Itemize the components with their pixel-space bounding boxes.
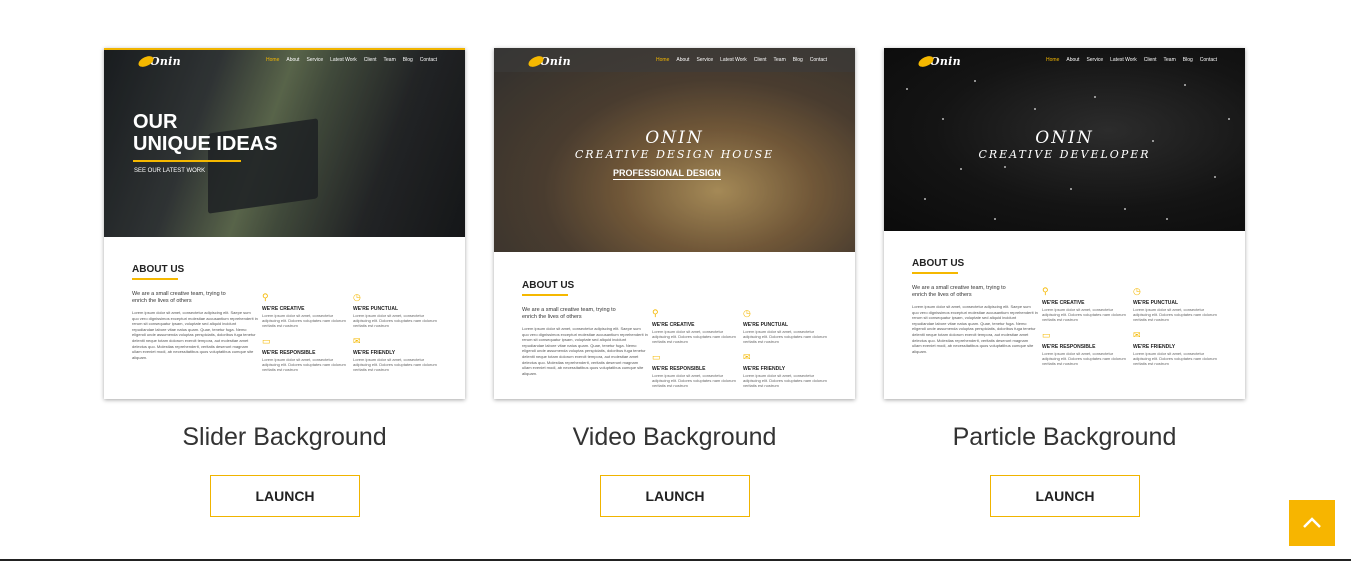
nav-about: About: [1066, 57, 1080, 63]
clock-icon: ◷: [353, 292, 361, 302]
demo-card-video: Onin Home About Service Latest Work Clie…: [494, 48, 855, 517]
demo-title: Particle Background: [952, 423, 1177, 451]
hero-image: Onin Home About Service Latest Work Clie…: [884, 48, 1245, 231]
hero-title: ONIN: [645, 128, 704, 148]
network-icon: ⚲: [652, 308, 659, 318]
hero-subtitle: CREATIVE DESIGN HOUSE: [574, 148, 775, 161]
nav-contact: Contact: [419, 57, 437, 63]
preview-screenshot[interactable]: Onin Home About Service Latest Work Clie…: [494, 48, 855, 399]
logo: Onin: [917, 54, 961, 68]
demo-gallery: Onin Home About Service Latest Work Clie…: [0, 0, 1351, 561]
nav-home: Home: [1046, 57, 1060, 63]
demo-card-slider: Onin Home About Service Latest Work Clie…: [104, 48, 465, 517]
about-intro: We are a small creative team, trying to …: [132, 291, 226, 304]
nav-team: Team: [773, 57, 786, 63]
back-to-top-button[interactable]: [1289, 500, 1335, 546]
nav-home: Home: [266, 57, 280, 63]
launch-button[interactable]: LAUNCH: [600, 475, 750, 517]
nav-about: About: [676, 57, 690, 63]
hero-subtitle: CREATIVE DEVELOPER: [978, 148, 1151, 161]
hero-title: ONIN: [1035, 128, 1094, 148]
nav-service: Service: [696, 57, 714, 63]
preview-screenshot[interactable]: Onin Home About Service Latest Work Clie…: [884, 48, 1245, 399]
logo: Onin: [137, 54, 181, 68]
demo-card-particle: Onin Home About Service Latest Work Clie…: [884, 48, 1245, 517]
chat-icon: ✉: [1133, 330, 1141, 340]
hero-image: Onin Home About Service Latest Work Clie…: [104, 48, 465, 237]
clock-icon: ◷: [743, 308, 751, 318]
monitor-icon: ▭: [652, 352, 661, 362]
about-title: ABOUT US: [912, 258, 965, 269]
nav-blog: Blog: [1182, 57, 1193, 63]
preview-nav: Home About Service Latest Work Client Te…: [1046, 57, 1217, 63]
demo-title: Slider Background: [182, 423, 387, 451]
about-underline: [912, 272, 958, 274]
about-intro: We are a small creative team, trying to …: [912, 285, 1006, 298]
chat-icon: ✉: [353, 336, 361, 346]
network-icon: ⚲: [262, 292, 269, 302]
about-intro: We are a small creative team, trying to …: [522, 307, 616, 320]
nav-blog: Blog: [402, 57, 413, 63]
chevron-up-icon: [1303, 517, 1321, 528]
preview-nav: Home About Service Latest Work Client Te…: [266, 57, 437, 63]
nav-team: Team: [1163, 57, 1176, 63]
nav-about: About: [286, 57, 300, 63]
nav-service: Service: [306, 57, 324, 63]
nav-contact: Contact: [809, 57, 827, 63]
monitor-icon: ▭: [262, 336, 271, 346]
preview-screenshot[interactable]: Onin Home About Service Latest Work Clie…: [104, 48, 465, 399]
monitor-icon: ▭: [1042, 330, 1051, 340]
nav-client: Client: [1143, 57, 1157, 63]
about-title: ABOUT US: [132, 264, 185, 275]
hero-heading: OUR UNIQUE IDEAS: [133, 111, 278, 155]
hero-image: Onin Home About Service Latest Work Clie…: [494, 48, 855, 252]
chat-icon: ✉: [743, 352, 751, 362]
nav-client: Client: [363, 57, 377, 63]
clock-icon: ◷: [1133, 286, 1141, 296]
about-underline: [132, 278, 178, 280]
preview-nav: Home About Service Latest Work Client Te…: [656, 57, 827, 63]
nav-latest-work: Latest Work: [330, 57, 357, 63]
logo: Onin: [527, 54, 571, 68]
nav-latest-work: Latest Work: [1110, 57, 1137, 63]
nav-client: Client: [753, 57, 767, 63]
nav-latest-work: Latest Work: [720, 57, 747, 63]
demo-title: Video Background: [572, 423, 777, 451]
nav-blog: Blog: [792, 57, 803, 63]
launch-button[interactable]: LAUNCH: [210, 475, 360, 517]
about-title: ABOUT US: [522, 280, 575, 291]
launch-button[interactable]: LAUNCH: [990, 475, 1140, 517]
about-body: Lorem ipsum dolor sit amet, consectetur …: [132, 310, 258, 360]
about-body: Lorem ipsum dolor sit amet, consectetur …: [522, 326, 648, 376]
nav-service: Service: [1086, 57, 1104, 63]
top-accent-line: [104, 48, 465, 50]
about-body: Lorem ipsum dolor sit amet, consectetur …: [912, 304, 1038, 354]
nav-team: Team: [383, 57, 396, 63]
nav-home: Home: [656, 57, 670, 63]
hero-underline: [133, 160, 241, 162]
hero-button: PROFESSIONAL DESIGN: [613, 168, 721, 180]
network-icon: ⚲: [1042, 286, 1049, 296]
nav-contact: Contact: [1199, 57, 1217, 63]
about-underline: [522, 294, 568, 296]
hero-subtext: SEE OUR LATEST WORK: [134, 168, 206, 174]
